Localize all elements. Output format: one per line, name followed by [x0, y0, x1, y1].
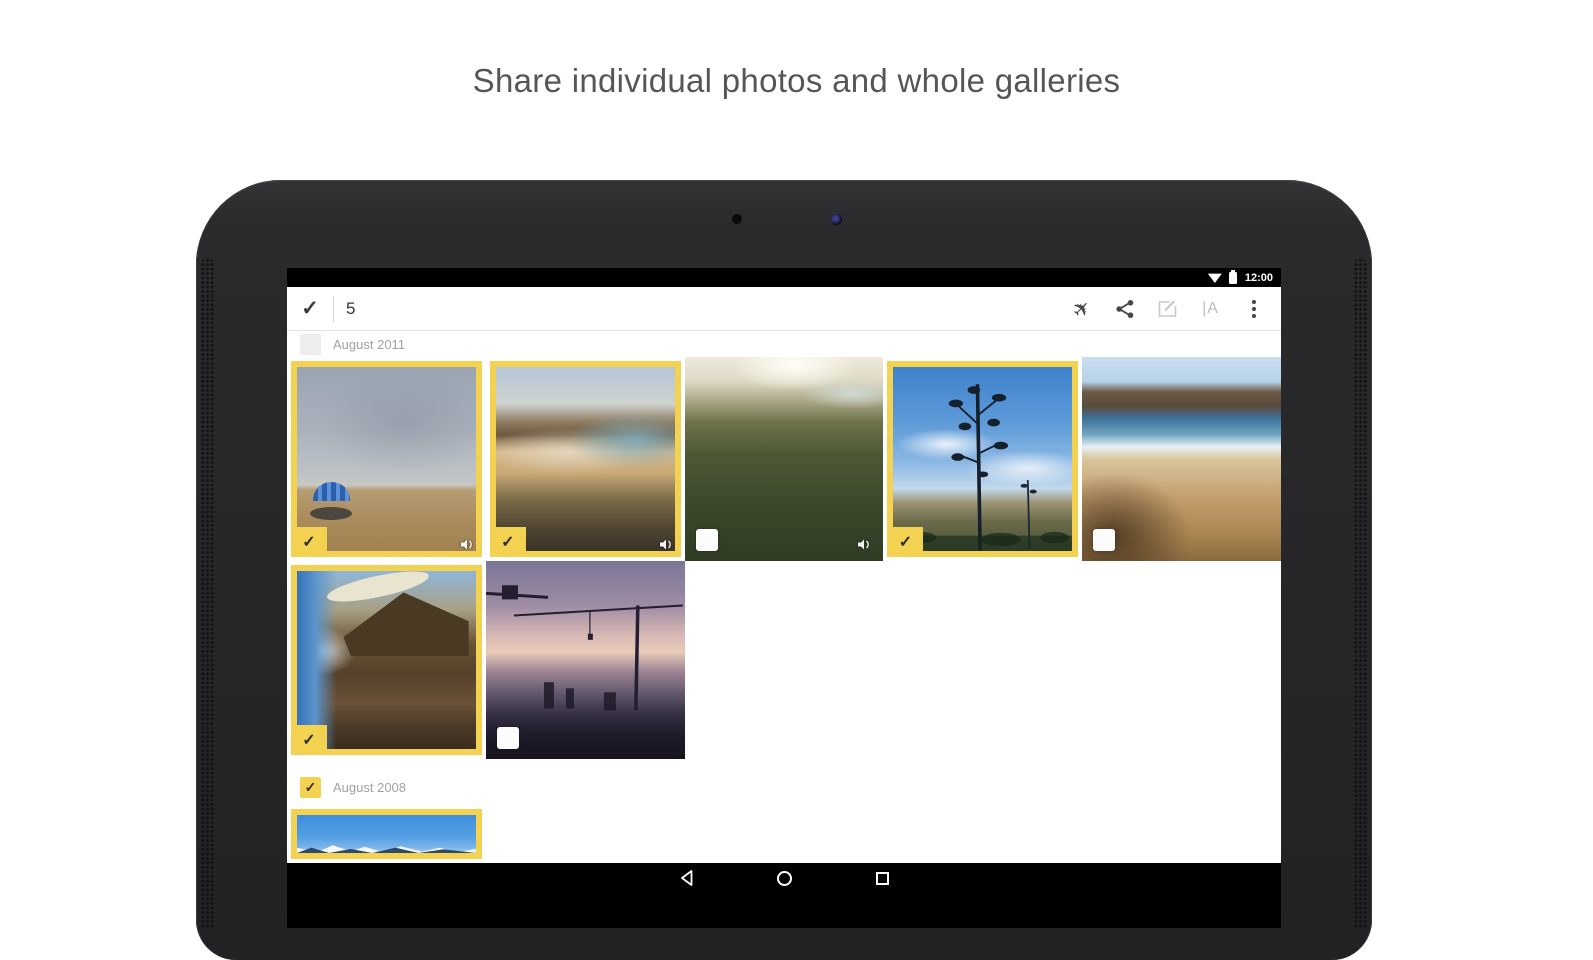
section-checkbox-checked[interactable]	[300, 777, 321, 798]
text-style-label: |A	[1202, 300, 1219, 318]
agave-tree-art	[893, 367, 1072, 551]
selection-action-bar: ✓ 5 ✈	[287, 287, 1281, 331]
photo-thumbnail[interactable]	[1082, 357, 1281, 561]
photo-thumbnail[interactable]	[287, 561, 486, 759]
selected-check-badge	[887, 527, 923, 557]
status-bar: 12:00	[287, 268, 1281, 287]
back-triangle-icon	[679, 869, 694, 887]
action-bar-divider	[333, 296, 334, 322]
audio-indicator-icon	[460, 538, 474, 551]
edit-button-disabled[interactable]	[1146, 287, 1189, 331]
photo-thumbnail[interactable]	[287, 805, 486, 863]
photo-checkbox-unchecked[interactable]	[497, 727, 519, 749]
section-label: August 2011	[333, 337, 405, 352]
clock-text: 12:00	[1245, 272, 1273, 284]
share-icon	[1115, 299, 1135, 319]
section-header-aug2011: August 2011	[287, 331, 1281, 357]
speaker-grille-right	[1354, 258, 1367, 930]
share-button[interactable]	[1103, 287, 1146, 331]
photo-thumbnail[interactable]	[486, 357, 685, 561]
section-checkbox-unchecked[interactable]	[300, 334, 321, 355]
audio-indicator-icon	[857, 538, 871, 551]
audio-indicator-icon	[659, 538, 673, 551]
photo-checkbox-unchecked[interactable]	[1093, 529, 1115, 551]
battery-icon	[1229, 272, 1237, 284]
overflow-menu-button[interactable]	[1232, 287, 1275, 331]
back-button[interactable]	[670, 869, 702, 887]
section-header-aug2008: August 2008	[287, 771, 1281, 803]
send-airplane-button[interactable]: ✈	[1060, 287, 1103, 331]
home-button[interactable]	[768, 869, 800, 887]
photo-thumbnail[interactable]	[883, 357, 1082, 561]
device-screen: 12:00 ✓ 5 ✈	[287, 268, 1281, 928]
selected-check-badge	[490, 527, 526, 557]
android-nav-bar	[287, 863, 1281, 928]
done-checkmark-button[interactable]: ✓	[287, 296, 333, 321]
selected-check-badge	[291, 725, 327, 755]
photo-checkbox-unchecked[interactable]	[696, 529, 718, 551]
photo-thumbnail[interactable]	[685, 357, 884, 561]
overflow-dots-icon	[1252, 307, 1256, 311]
airplane-icon: ✈	[1067, 294, 1096, 323]
speaker-grille-left	[201, 258, 214, 930]
light-sensor-dot	[732, 214, 742, 224]
selected-check-badge	[291, 527, 327, 557]
front-camera-dot	[831, 214, 842, 225]
section-label: August 2008	[333, 780, 406, 795]
action-bar-actions: ✈ |A	[1060, 287, 1275, 330]
wifi-icon	[1208, 272, 1222, 283]
tablet-device-frame: 12:00 ✓ 5 ✈	[196, 180, 1372, 960]
home-circle-icon	[777, 871, 792, 886]
gallery-content: August 2011	[287, 331, 1281, 863]
recents-square-icon	[876, 872, 889, 885]
photo-row-2	[287, 561, 685, 759]
text-style-button-disabled[interactable]: |A	[1189, 287, 1232, 331]
recents-button[interactable]	[866, 869, 898, 887]
photo-row-1	[287, 357, 1281, 561]
page-title: Share individual photos and whole galler…	[0, 62, 1593, 100]
edit-icon	[1157, 298, 1178, 319]
photo-thumbnail[interactable]	[287, 357, 486, 561]
selection-count: 5	[346, 299, 355, 319]
photo-image	[291, 809, 482, 859]
photo-thumbnail[interactable]	[486, 561, 685, 759]
